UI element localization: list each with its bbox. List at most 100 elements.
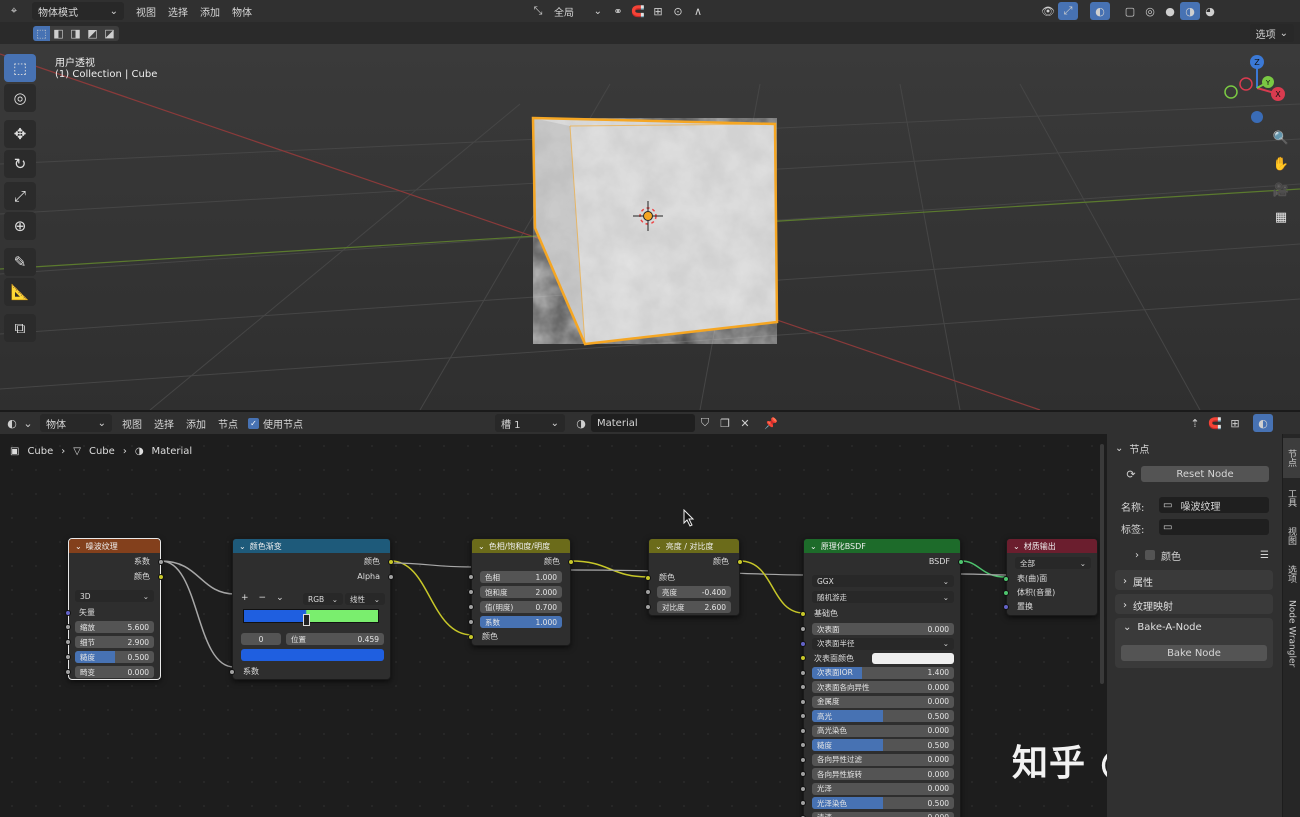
socket-input[interactable] [800,800,806,806]
tab-node-wrangler[interactable]: Node Wrangler [1283,594,1300,674]
socket-color-in[interactable] [645,575,651,581]
bsdf-field[interactable]: 各向异性过滤 0.000 [812,753,954,766]
select-new-icon[interactable]: ⬚ [33,26,50,41]
slot-dropdown[interactable]: 槽 1 ⌄ [495,414,565,432]
snap-target-icon[interactable]: ⊞ [648,2,668,20]
socket-input[interactable] [800,727,806,734]
bake-node-button[interactable]: Bake Node [1121,645,1267,661]
socket-input[interactable] [468,589,474,595]
node-panel-header[interactable]: ⌄ 节点 [1115,439,1273,457]
snap-icon[interactable]: 🧲 [1205,414,1225,432]
select-subtract-icon[interactable]: ◨ [67,26,84,41]
gizmo-toggle-icon[interactable]: ⤢ [1058,2,1078,20]
list-icon[interactable]: ☰ [1260,550,1269,561]
active-stop-color-swatch[interactable] [241,649,384,661]
socket-color[interactable] [568,559,574,565]
node-header[interactable]: ⌄ 颜色渐变 [233,539,390,553]
hsv-field[interactable]: 饱和度 2.000 [480,586,562,598]
node-header[interactable]: ⌄ 材质输出 [1007,539,1097,553]
position-field[interactable]: 位置 0.459 [286,633,384,645]
socket-color[interactable] [158,574,164,580]
select-extend-icon[interactable]: ◧ [50,26,67,41]
brightness-contrast-node[interactable]: ⌄ 亮度 / 对比度 颜色 颜色 亮度 -0.400 对比度 2.600 [645,538,743,616]
cursor-tool-icon[interactable]: ◎ [4,84,36,112]
principled-bsdf-node[interactable]: ⌄ 原理化BSDF BSDF GGX ⌄ 随机游走 ⌄ 基础色 次表面 0.000 次表… [800,538,964,817]
pivot-icon[interactable]: ⚭ [608,2,628,20]
remove-stop-button[interactable]: − [259,593,267,603]
overlay-toggle-icon[interactable]: ◐ [1253,414,1273,432]
bsdf-field[interactable]: 糙度 0.500 [812,739,954,751]
bsdf-field[interactable]: 各向异性旋转 0.000 [812,768,954,780]
menu-select[interactable]: 选择 [162,4,194,19]
socket-fac[interactable] [229,669,235,675]
socket-volume[interactable] [1003,590,1009,596]
node-header[interactable]: ⌄ 原理化BSDF [804,539,960,553]
material-browse-icon[interactable]: ◑ [571,414,591,432]
tab-tool[interactable]: 工具 [1283,480,1300,516]
texture-mapping-panel[interactable]: › 纹理映射 [1115,594,1273,614]
node-menu-add[interactable]: 添加 [180,416,212,431]
socket-displacement[interactable] [1003,604,1009,610]
menu-object[interactable]: 物体 [226,4,258,19]
snap-icon[interactable]: 🧲 [628,2,648,20]
rendered-shading-icon[interactable]: ◕ [1200,2,1220,20]
fake-user-shield-icon[interactable]: ⛉ [695,414,715,432]
bsdf-field[interactable]: 金属度 0.000 [812,695,954,708]
navigation-gizmo[interactable]: Z Y X [1222,50,1292,130]
parent-node-tree-icon[interactable]: ⇡ [1185,414,1205,432]
node-header[interactable]: ⌄ 色相/饱和度/明度 [472,539,570,553]
hsv-field[interactable]: 色相 1.000 [480,571,562,583]
menu-add[interactable]: 添加 [194,4,226,19]
use-nodes-checkbox[interactable]: ✓ 使用节点 [248,416,303,431]
socket-input[interactable] [645,589,651,595]
mode-dropdown[interactable]: 物体模式 ⌄ [32,2,124,20]
socket-alpha[interactable] [388,574,394,580]
select-intersect-icon[interactable]: ◪ [101,26,118,41]
overlay-toggle-icon[interactable]: ◐ [1090,2,1110,20]
options-dropdown[interactable]: 选项 ⌄ [1249,24,1294,42]
menu-view[interactable]: 视图 [130,4,162,19]
socket-input[interactable] [800,684,806,690]
camera-view-icon[interactable]: 🎥 [1268,177,1294,203]
bsdf-field[interactable]: 光泽染色 0.500 [812,797,954,809]
socket-input[interactable] [800,655,806,661]
color-ramp-node[interactable]: ⌄ 颜色渐变 颜色 Alpha + − ⌄ RGB ⌄ 线性 ⌄ 0 位置 0.45… [229,538,394,680]
socket-input[interactable] [468,574,474,580]
interpolation-dropdown[interactable]: 线性 ⌄ [345,593,385,605]
add-stop-button[interactable]: + [241,593,249,603]
socket-input[interactable] [800,771,806,777]
noise-field[interactable]: 畸变 0.000 [75,666,154,678]
editor-type-icon[interactable]: ⌖ [4,2,24,20]
socket-fac[interactable] [158,559,164,565]
socket-input[interactable] [468,604,474,610]
proportional-edit-icon[interactable]: ⊙ [668,2,688,20]
node-menu-node[interactable]: 节点 [212,416,244,431]
unlink-material-icon[interactable]: ✕ [735,414,755,432]
socket-input[interactable] [65,669,71,675]
socket-input[interactable] [468,619,474,625]
wireframe-shading-icon[interactable]: ◎ [1140,2,1160,20]
node-menu-select[interactable]: 选择 [148,416,180,431]
socket-surface[interactable] [1003,576,1009,582]
visibility-icon[interactable]: 👁 [1038,2,1058,20]
hsv-field[interactable]: 值(明度) 0.700 [480,601,562,613]
socket-input[interactable] [800,713,806,719]
move-tool-icon[interactable]: ✥ [4,120,36,148]
shader-type-dropdown[interactable]: 物体 ⌄ [40,414,112,432]
socket-color[interactable] [737,559,743,565]
chevron-down-icon[interactable]: ⌄ [22,414,34,432]
node-header[interactable]: ⌄ 亮度 / 对比度 [649,539,739,553]
bsdf-field[interactable]: 次表面IOR 1.400 [812,666,954,679]
noise-field[interactable]: 缩放 5.600 [75,621,154,633]
xray-icon[interactable]: ▢ [1120,2,1140,20]
target-dropdown[interactable]: 全部 ⌄ [1015,557,1091,569]
3d-viewport[interactable]: 用户透视 (1) Collection | Cube Z Y X 🔍 ✋ 🎥 ▦ [0,44,1300,410]
ramp-menu-button[interactable]: ⌄ [276,593,284,603]
editor-type-icon[interactable]: ◐ [2,414,22,432]
stop-index-field[interactable]: 0 [241,633,281,645]
bsdf-field[interactable]: 光泽 0.000 [812,782,954,795]
noise-texture-node[interactable]: ⌄ 噪波纹理 系数 颜色 3D ⌄ 矢量 缩放 5.600 细节 2.900 糙度 0.50… [65,538,164,680]
solid-shading-icon[interactable]: ● [1160,2,1180,20]
noise-field[interactable]: 糙度 0.500 [75,651,154,663]
select-box-modes[interactable]: ⬚ ◧ ◨ ◩ ◪ [33,26,119,41]
